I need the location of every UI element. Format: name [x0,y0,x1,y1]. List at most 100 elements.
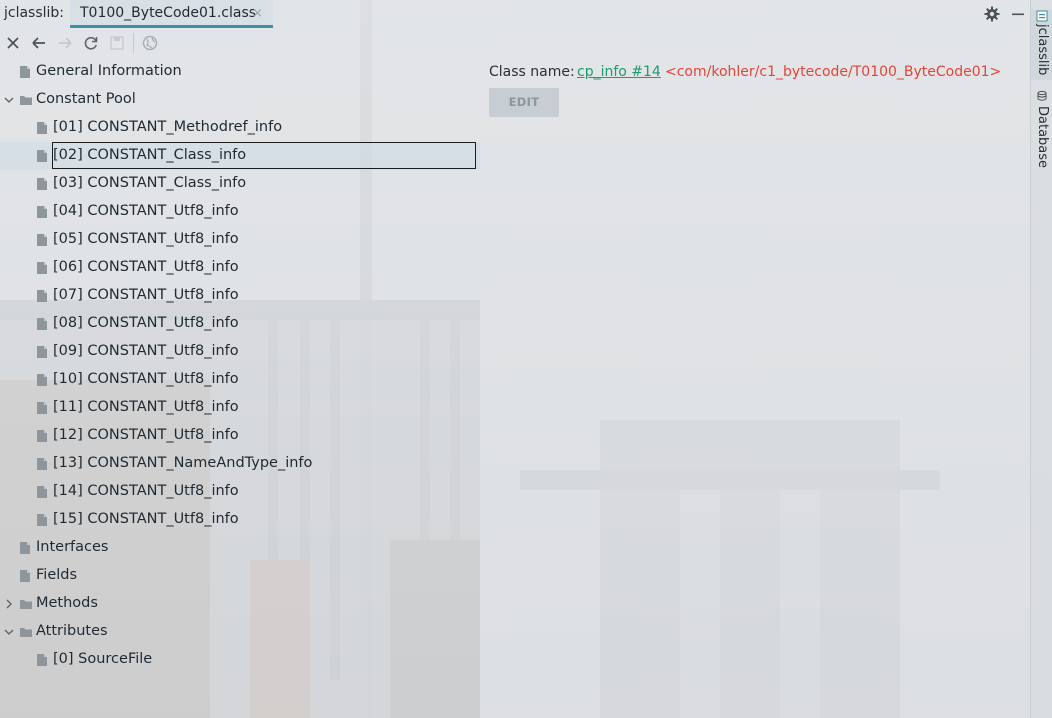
ide-window: jclasslib: T0100_ByteCode01.class × Gene… [0,0,1052,718]
jclasslib-icon [1036,10,1048,22]
save-icon[interactable] [107,33,127,53]
file-icon [37,514,47,526]
class-name-value: <com/kohler/c1_bytecode/T0100_ByteCode01… [665,64,1002,80]
tree-item-label: [12] CONSTANT_Utf8_info [53,427,239,443]
folder-icon [20,628,32,637]
tree-item-label: [14] CONSTANT_Utf8_info [53,483,239,499]
edit-button-label: EDIT [508,95,540,109]
chevron-down-icon[interactable] [3,94,15,106]
edit-button[interactable]: EDIT [489,88,559,117]
file-icon [37,402,47,414]
file-icon [37,318,47,330]
tree-leaf[interactable]: [0] SourceFile [0,646,480,674]
tree-leaf[interactable]: [09] CONSTANT_Utf8_info [0,338,480,366]
tree-node[interactable]: General Information [0,58,480,86]
gear-icon[interactable] [983,5,1001,23]
tree-item-label: [03] CONSTANT_Class_info [53,175,247,191]
tree-item-label: [15] CONSTANT_Utf8_info [53,511,239,527]
tree-leaf[interactable]: [12] CONSTANT_Utf8_info [0,422,480,450]
tree-node[interactable]: Methods [0,590,480,618]
database-icon [1037,90,1047,101]
tool-window-title: jclasslib: [4,5,65,21]
file-tab-label: T0100_ByteCode01.class [80,5,257,21]
tree-leaf[interactable]: [01] CONSTANT_Methodref_info [0,114,480,142]
file-icon [37,178,47,190]
file-tab[interactable]: T0100_ByteCode01.class × [70,0,273,28]
tree-leaf[interactable]: [10] CONSTANT_Utf8_info [0,366,480,394]
file-icon [37,262,47,274]
chevron-right-icon[interactable] [3,598,15,610]
toolbar-separator [133,33,134,53]
tree-leaf[interactable]: [02] CONSTANT_Class_info [0,142,480,170]
class-structure-tree: General Information Constant Pool [01] CON… [0,58,480,678]
file-icon [37,486,47,498]
side-tab-jclasslib-label: jclasslib [1035,24,1050,76]
tree-item-label: [10] CONSTANT_Utf8_info [53,371,239,387]
tree-leaf[interactable]: [11] CONSTANT_Utf8_info [0,394,480,422]
tree-item-label: Interfaces [36,539,109,555]
tree-leaf[interactable]: [08] CONSTANT_Utf8_info [0,310,480,338]
forward-arrow-icon[interactable] [55,33,75,53]
cp-info-link[interactable]: cp_info #14 [577,64,661,80]
folder-icon [20,96,32,105]
tree-leaf[interactable]: [06] CONSTANT_Utf8_info [0,254,480,282]
tree-item-label: Methods [36,595,98,611]
tree-item-label: Fields [36,567,78,583]
tree-item-label: [02] CONSTANT_Class_info [53,147,247,163]
file-icon [20,66,30,78]
chevron-down-icon[interactable] [3,626,15,638]
tree-item-label: [08] CONSTANT_Utf8_info [53,315,239,331]
file-icon [37,346,47,358]
side-tab-jclasslib[interactable]: jclasslib [1031,10,1052,80]
tree-leaf[interactable]: [13] CONSTANT_NameAndType_info [0,450,480,478]
tree-node[interactable]: Constant Pool [0,86,480,114]
tree-leaf[interactable]: [05] CONSTANT_Utf8_info [0,226,480,254]
tree-item-label: [06] CONSTANT_Utf8_info [53,259,239,275]
tree-item-label: [07] CONSTANT_Utf8_info [53,287,239,303]
side-tab-database[interactable]: Database [1031,88,1052,168]
tree-item-label: [05] CONSTANT_Utf8_info [53,231,239,247]
web-icon[interactable] [140,33,160,53]
refresh-icon[interactable] [81,33,101,53]
tree-leaf[interactable]: [14] CONSTANT_Utf8_info [0,478,480,506]
tree-node[interactable]: Attributes [0,618,480,646]
file-icon [20,570,30,582]
tree-item-label: [04] CONSTANT_Utf8_info [53,203,239,219]
class-name-label: Class name: [489,64,575,80]
file-icon [37,150,47,162]
close-icon[interactable] [3,33,23,53]
tree-item-label: Constant Pool [36,91,136,107]
active-tab-indicator [70,25,273,28]
tree-item-label: [13] CONSTANT_NameAndType_info [53,455,313,471]
tree-leaf[interactable]: [07] CONSTANT_Utf8_info [0,282,480,310]
tree-item-label: [01] CONSTANT_Methodref_info [53,119,283,135]
side-tab-database-label: Database [1035,106,1050,169]
detail-pane: Class name: cp_info #14 <com/kohler/c1_b… [489,60,1029,140]
back-arrow-icon[interactable] [29,33,49,53]
toolbar [0,30,480,56]
tree-item-label: Attributes [36,623,108,639]
file-icon [37,458,47,470]
tree-node[interactable]: Fields [0,562,480,590]
tree-leaf[interactable]: [04] CONSTANT_Utf8_info [0,198,480,226]
tab-close-icon[interactable]: × [252,6,263,21]
minimize-icon[interactable] [1010,5,1026,23]
file-icon [37,430,47,442]
tree-item-label: [09] CONSTANT_Utf8_info [53,343,239,359]
right-tool-strip: jclasslib Database [1030,0,1052,718]
file-icon [37,206,47,218]
tree-item-label: General Information [36,63,182,79]
tree-item-label: [11] CONSTANT_Utf8_info [53,399,239,415]
folder-icon [20,600,32,609]
tree-leaf[interactable]: [03] CONSTANT_Class_info [0,170,480,198]
tree-leaf[interactable]: [15] CONSTANT_Utf8_info [0,506,480,534]
file-icon [37,374,47,386]
tree-node[interactable]: Interfaces [0,534,480,562]
file-icon [37,122,47,134]
file-icon [37,290,47,302]
tree-item-label: [0] SourceFile [53,651,153,667]
file-icon [37,654,47,666]
file-icon [37,234,47,246]
tool-window-header: jclasslib: T0100_ByteCode01.class × [0,0,1030,28]
file-icon [20,542,30,554]
